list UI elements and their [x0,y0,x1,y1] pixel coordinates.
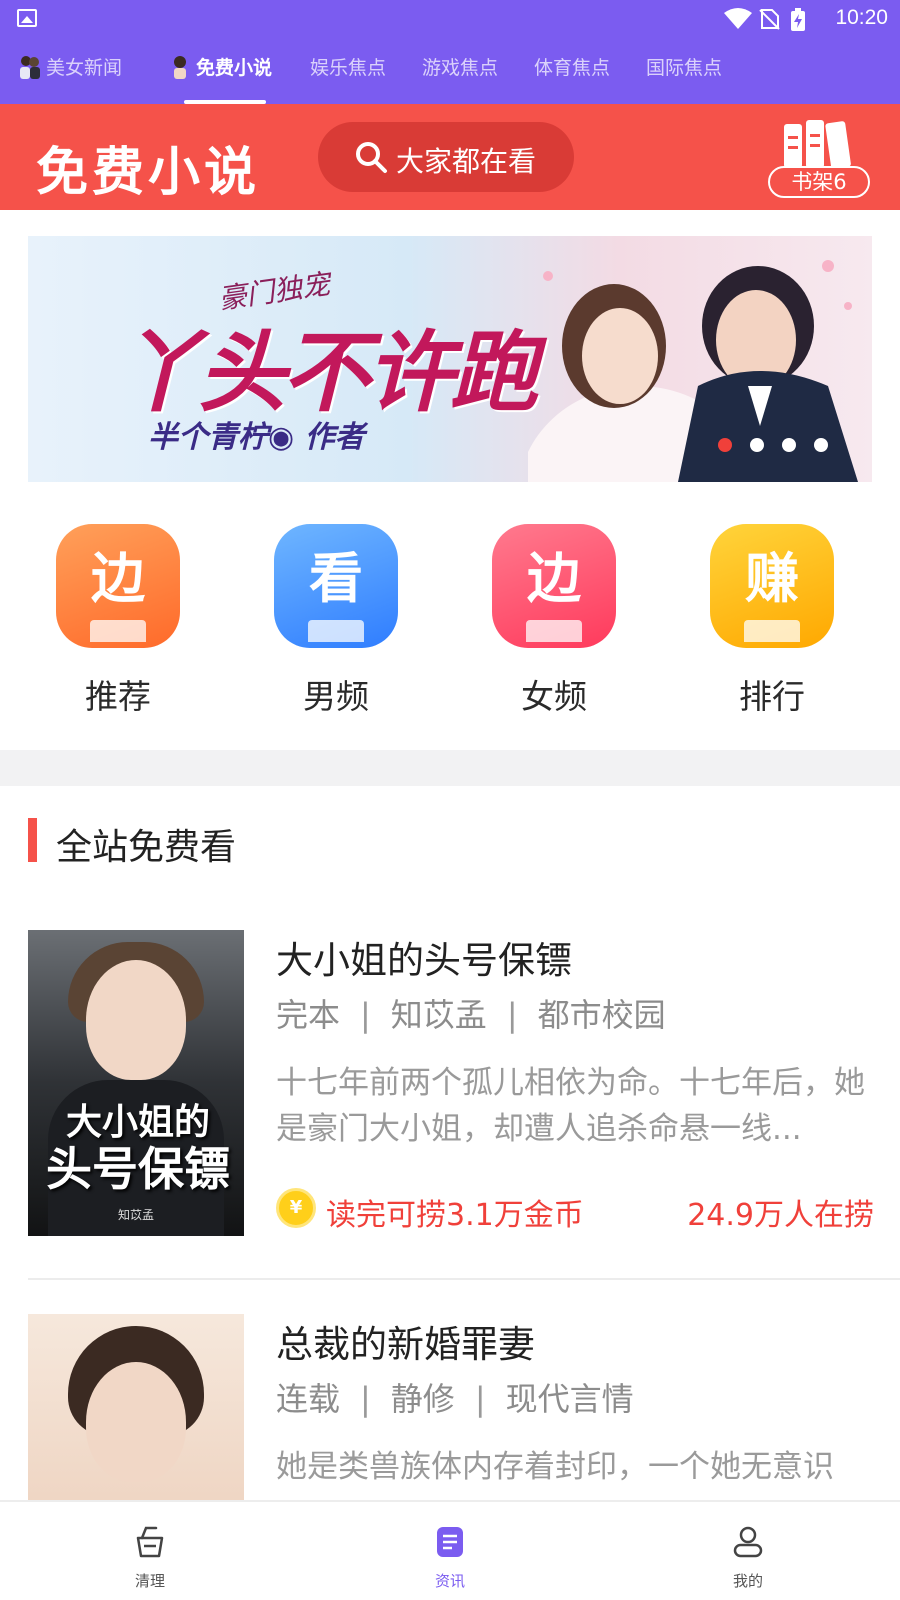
book-status: 完本 [276,996,341,1034]
bookshelf-button[interactable]: 书架6 [766,114,872,204]
entry-label: 女频 [521,677,587,716]
tab-free-novel[interactable]: 免费小说 [168,48,272,88]
search-label: 大家都在看 [396,145,537,178]
readers-count: 24.9万人在捞 [687,1198,874,1233]
section-marker [28,818,37,862]
book-meta: 完本 | 知苡孟 | 都市校园 [276,996,666,1034]
nav-mine[interactable]: 我的 [668,1502,828,1600]
status-bar: 10:20 [0,0,900,38]
reward-row: ¥ 读完可捞3.1万金币 24.9万人在捞 [276,1186,874,1233]
nav-label: 我的 [732,1572,763,1590]
broom-icon [136,1526,164,1558]
entry-glyph: 边 [527,547,581,610]
gallery-notification-icon [17,9,37,27]
entry-ranking[interactable]: 赚 排行 [702,524,842,718]
book-category: 都市校园 [537,996,666,1034]
female-channel-icon: 边 [492,524,616,648]
book-status: 连载 [276,1380,341,1418]
tab-label: 体育焦点 [534,57,611,79]
promo-banner[interactable]: 豪门独宠 丫头不许跑 半个青柠◉ 作者 [28,236,872,482]
avatar-girl-icon [174,56,186,79]
category-tabs: 美女新闻 免费小说 娱乐焦点 游戏焦点 体育焦点 国际焦点 [0,48,900,88]
ranking-icon: 赚 [710,524,834,648]
tab-label: 免费小说 [196,57,273,79]
tab-games[interactable]: 游戏焦点 [422,48,498,88]
clock: 10:20 [835,6,888,29]
bottom-navigation: 清理 资讯 我的 [0,1500,900,1600]
book-author: 静修 [390,1380,455,1418]
bookshelf-label: 书架6 [768,166,870,198]
tab-beauty-news[interactable]: 美女新闻 [18,48,122,88]
entry-label: 男频 [303,677,369,716]
novel-header: 免费小说 大家都在看 书架6 [0,104,900,210]
cover-title: 大小姐的 头号保镖 [40,1101,236,1197]
battery-charging-icon [791,8,805,31]
banner-author: 半个青柠◉ 作者 [148,420,365,455]
cover-author: 知苡孟 [117,1208,154,1222]
entry-female[interactable]: 边 女频 [484,524,624,718]
book-title[interactable]: 大小姐的头号保镖 [276,930,572,984]
gold-coin-icon: ¥ [276,1188,316,1228]
wifi-icon [724,8,752,29]
no-sim-icon [759,9,780,30]
book-meta: 连载 | 静修 | 现代言情 [276,1380,634,1418]
nav-clean[interactable]: 清理 [70,1502,230,1600]
cover-title-line: 头号保镖 [46,1142,230,1197]
book-title[interactable]: 总裁的新婚罪妻 [276,1314,535,1368]
section-divider [0,750,900,786]
book-category: 现代言情 [505,1380,634,1418]
tab-international[interactable]: 国际焦点 [646,48,722,88]
nav-label: 清理 [134,1572,165,1590]
tab-entertainment[interactable]: 娱乐焦点 [310,48,386,88]
brand-title: 免费小说 [36,143,261,203]
search-icon [356,142,387,173]
male-channel-icon: 看 [274,524,398,648]
section-title: 全站免费看 [56,827,237,868]
avatar-couple-icon [20,56,40,79]
entry-glyph: 边 [91,547,145,610]
book-description: 她是类兽族体内存着封印，一个她无意识 [276,1449,834,1485]
quick-entries: 边 推荐 看 男频 边 女频 赚 排行 [0,524,900,724]
tab-label: 国际焦点 [646,57,723,79]
entry-recommend[interactable]: 边 推荐 [48,524,188,718]
carousel-dot[interactable] [782,438,796,452]
carousel-dot[interactable] [814,438,828,452]
top-bar: 10:20 美女新闻 免费小说 娱乐焦点 游戏焦点 体育焦点 国际焦点 [0,0,900,104]
entry-label: 排行 [739,677,805,716]
tab-label: 游戏焦点 [422,57,499,79]
tab-label: 美女新闻 [46,57,123,79]
search-button[interactable]: 大家都在看 [318,122,574,192]
entry-male[interactable]: 看 男频 [266,524,406,718]
nav-news[interactable]: 资讯 [370,1502,530,1600]
cover-title-line: 大小姐的 [65,1101,210,1143]
entry-label: 推荐 [85,677,151,716]
user-icon [733,1526,763,1558]
book-cover[interactable]: 大小姐的 头号保镖 知苡孟 [28,930,244,1236]
tab-sports[interactable]: 体育焦点 [534,48,610,88]
tab-label: 娱乐焦点 [310,57,387,79]
reward-text: 读完可捞3.1万金币 [326,1198,584,1233]
banner-title: 丫头不许跑 [114,320,538,424]
recommend-icon: 边 [56,524,180,648]
entry-glyph: 看 [309,547,363,610]
book-author: 知苡孟 [390,996,487,1034]
bookshelf-icon [784,120,851,169]
entry-glyph: 赚 [745,547,799,610]
carousel-dot-active[interactable] [718,438,732,452]
news-icon [437,1527,463,1557]
book-description: 十七年前两个孤儿相依为命。十七年后，她是豪门大小姐，却遭人追杀命悬一线... [276,1065,865,1147]
list-divider [28,1278,900,1280]
carousel-dot[interactable] [750,438,764,452]
nav-label: 资讯 [434,1572,465,1590]
